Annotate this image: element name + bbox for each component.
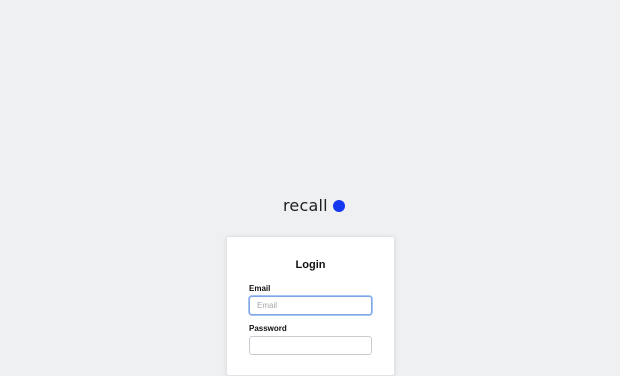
email-input[interactable] [249, 296, 372, 315]
password-input[interactable] [249, 336, 372, 355]
email-label: Email [249, 284, 271, 293]
logo-wordmark: recall [283, 196, 328, 215]
login-card: Login Email Password [226, 236, 395, 376]
password-label: Password [249, 324, 287, 333]
recall-logo: recall [283, 195, 345, 217]
logo-dot-icon [332, 200, 345, 212]
login-title: Login [295, 259, 326, 271]
